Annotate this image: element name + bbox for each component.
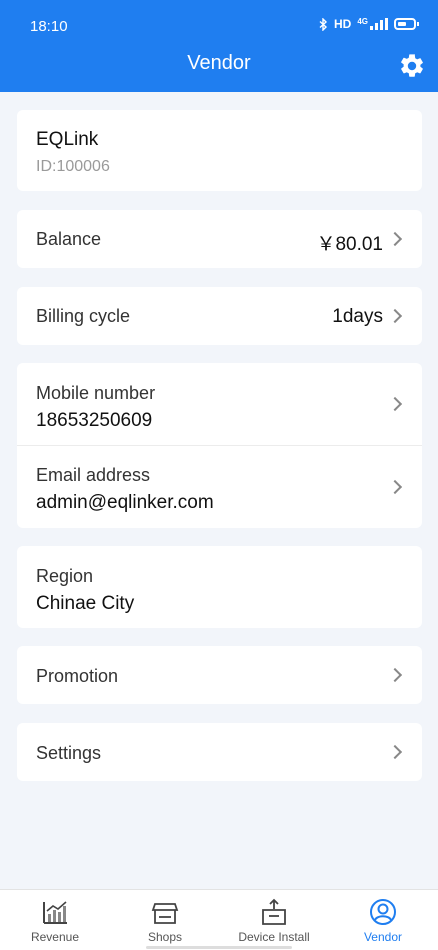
status-time: 18:10 — [30, 18, 68, 35]
balance-row[interactable]: Balance ￥80.01 — [17, 210, 422, 268]
email-address-row[interactable]: Email address admin@eqlinker.com — [17, 446, 422, 528]
promotion-label: Promotion — [36, 666, 119, 686]
billing-cycle-value: 1days — [332, 306, 383, 327]
balance-value: ￥80.01 — [316, 234, 383, 255]
bottom-tab-bar: Revenue Shops Device Install Vendor — [0, 889, 438, 950]
settings-row[interactable]: Settings — [17, 723, 422, 781]
chevron-right-icon — [387, 667, 403, 683]
chevron-right-icon — [387, 479, 403, 495]
vendor-name: EQLink — [36, 129, 99, 150]
tab-device-install-label: Device Install — [238, 930, 310, 944]
profile-card: EQLink ID:100006 — [17, 110, 422, 191]
tab-shops[interactable]: Shops — [110, 890, 220, 950]
shop-icon — [151, 903, 179, 924]
region-value: Chinae City — [36, 593, 135, 614]
email-address-value: admin@eqlinker.com — [36, 492, 214, 513]
promotion-row[interactable]: Promotion — [17, 646, 422, 704]
mobile-number-label: Mobile number — [36, 383, 156, 403]
gear-icon[interactable] — [398, 52, 426, 80]
billing-cycle-row[interactable]: Billing cycle 1days — [17, 287, 422, 345]
billing-cycle-label: Billing cycle — [36, 306, 131, 326]
balance-label: Balance — [36, 229, 102, 249]
tab-revenue[interactable]: Revenue — [0, 890, 110, 950]
tab-revenue-label: Revenue — [30, 930, 80, 944]
chart-icon — [43, 901, 67, 924]
signal-icon — [370, 18, 388, 30]
device-install-icon — [262, 898, 286, 925]
chevron-right-icon — [387, 396, 403, 412]
mobile-number-value: 18653250609 — [36, 410, 153, 431]
vendor-id: ID:100006 — [36, 158, 110, 175]
home-indicator — [146, 946, 292, 949]
app-header: 18:10 HD 4G Vendor — [0, 0, 438, 92]
settings-label: Settings — [36, 743, 102, 763]
hd-icon: HD — [333, 17, 352, 31]
page-title: Vendor — [187, 52, 251, 74]
user-icon — [370, 899, 396, 925]
chevron-right-icon — [387, 308, 403, 324]
chevron-right-icon — [387, 744, 403, 760]
tab-vendor-label: Vendor — [363, 930, 403, 944]
bluetooth-icon — [319, 17, 327, 31]
tab-shops-label: Shops — [147, 930, 183, 944]
contact-card: Mobile number 18653250609 Email address … — [17, 363, 422, 528]
network-type: 4G — [357, 16, 368, 26]
region-label: Region — [36, 566, 94, 586]
status-icons: HD 4G — [319, 16, 419, 31]
tab-vendor[interactable]: Vendor — [328, 890, 438, 950]
chevron-right-icon — [387, 231, 403, 247]
email-address-label: Email address — [36, 465, 151, 485]
mobile-number-row[interactable]: Mobile number 18653250609 — [17, 363, 422, 445]
status-bar: 18:10 HD 4G — [0, 0, 438, 52]
tab-device-install[interactable]: Device Install — [219, 890, 329, 950]
battery-icon — [394, 18, 419, 30]
region-card: Region Chinae City — [17, 546, 422, 628]
